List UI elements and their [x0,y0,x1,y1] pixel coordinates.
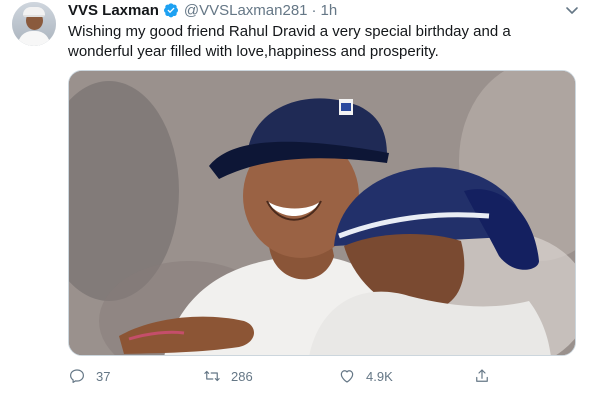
reply-button[interactable]: 37 [68,362,110,390]
reply-count: 37 [96,368,111,384]
share-icon [476,369,488,382]
retweet-count: 286 [231,368,253,384]
heart-icon [340,370,354,383]
author-handle[interactable]: @VVSLaxman281 [184,2,308,19]
chevron-down-icon[interactable] [564,2,580,18]
retweet-icon [204,370,220,382]
avatar[interactable] [12,2,56,46]
tweet[interactable]: VVS Laxman @VVSLaxman281 · 1h Wishing my… [0,0,590,401]
separator-dot: · [311,1,317,19]
reply-icon [70,369,84,383]
tweet-header: VVS Laxman @VVSLaxman281 · 1h [68,0,337,20]
verified-badge-icon [163,2,179,18]
tweet-photo[interactable] [68,70,576,356]
retweet-button[interactable]: 286 [203,362,253,390]
like-button[interactable]: 4.9K [338,362,393,390]
author-name[interactable]: VVS Laxman [68,2,159,19]
like-count: 4.9K [366,368,393,384]
tweet-time[interactable]: 1h [321,2,338,19]
share-button[interactable] [473,362,501,390]
tweet-actions: 37 286 4.9K [68,362,576,390]
tweet-text: Wishing my good friend Rahul Dravid a ve… [68,23,511,60]
